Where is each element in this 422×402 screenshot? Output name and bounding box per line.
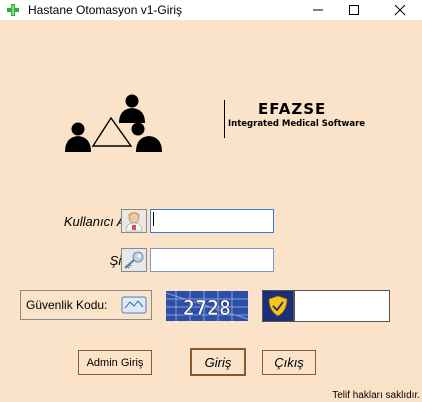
exit-button[interactable]: Çıkış: [262, 350, 316, 375]
password-input[interactable]: [150, 248, 274, 272]
maximize-icon: [349, 5, 359, 15]
logo-divider: [224, 100, 225, 138]
close-button[interactable]: [380, 0, 420, 20]
key-icon: [121, 248, 147, 272]
minimize-icon: [313, 9, 323, 11]
admin-login-button[interactable]: Admin Giriş: [78, 350, 152, 375]
captcha-image: 2728: [166, 291, 248, 321]
shield-box: [262, 290, 294, 322]
people-network-logo: [65, 94, 162, 152]
app-icon: [6, 3, 20, 17]
title-bar[interactable]: Hastane Otomasyon v1-Giriş: [0, 0, 422, 20]
login-button[interactable]: Giriş: [190, 348, 246, 376]
brand-subtitle: Integrated Medical Software: [228, 119, 366, 129]
text-caret: [153, 212, 154, 226]
doctor-icon: [121, 209, 147, 233]
card-icon: [121, 296, 147, 314]
copyright-text: Telif hakları saklıdır.: [332, 390, 420, 401]
security-code-box: Güvenlik Kodu:: [20, 290, 152, 320]
window-title: Hastane Otomasyon v1-Giriş: [28, 3, 183, 17]
close-icon: [394, 4, 406, 16]
maximize-button[interactable]: [334, 0, 374, 20]
minimize-button[interactable]: [298, 0, 338, 20]
shield-icon: [268, 295, 288, 317]
captcha-text: 2728: [183, 296, 231, 320]
captcha-input[interactable]: [294, 290, 390, 322]
brand-name: EFAZSE: [258, 100, 327, 118]
security-code-label: Güvenlik Kodu:: [26, 298, 108, 312]
username-input[interactable]: [150, 209, 274, 233]
